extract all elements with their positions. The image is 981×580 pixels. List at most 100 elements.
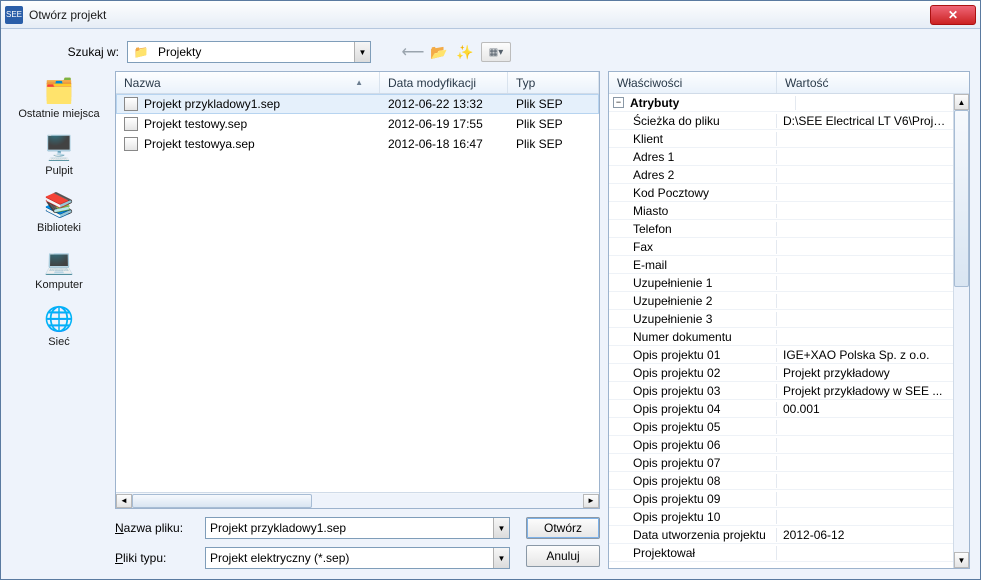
- property-row[interactable]: Opis projektu 0400.001: [609, 400, 953, 418]
- scroll-thumb[interactable]: [954, 110, 969, 287]
- property-row[interactable]: Adres 1: [609, 148, 953, 166]
- property-row[interactable]: Uzupełnienie 2: [609, 292, 953, 310]
- horizontal-scrollbar[interactable]: ◄ ►: [116, 492, 599, 508]
- col-date[interactable]: Data modyfikacji: [380, 72, 508, 93]
- property-key: Opis projektu 04: [609, 402, 777, 416]
- property-row[interactable]: Miasto: [609, 202, 953, 220]
- filename-combo[interactable]: Projekt przykladowy1.sep ▼: [205, 517, 510, 539]
- props-col-val[interactable]: Wartość: [777, 72, 837, 93]
- scroll-track[interactable]: [954, 110, 969, 552]
- filename-value: Projekt przykladowy1.sep: [206, 521, 493, 535]
- col-name-label: Nazwa: [124, 76, 161, 90]
- libraries-icon: 📚: [44, 191, 74, 220]
- properties-header: Właściwości Wartość: [609, 72, 969, 94]
- file-type-cell: Plik SEP: [508, 137, 599, 151]
- property-row[interactable]: Numer dokumentu: [609, 328, 953, 346]
- chevron-down-icon[interactable]: ▼: [354, 42, 370, 62]
- filetype-label: Pliki typu:: [115, 551, 205, 565]
- vertical-scrollbar[interactable]: ▲ ▼: [953, 94, 969, 568]
- property-row[interactable]: Opis projektu 02Projekt przykładowy: [609, 364, 953, 382]
- col-type[interactable]: Typ: [508, 72, 599, 93]
- property-key: Uzupełnienie 2: [609, 294, 777, 308]
- collapse-icon[interactable]: −: [613, 97, 624, 108]
- property-row[interactable]: Data utworzenia projektu2012-06-12: [609, 526, 953, 544]
- scroll-right-icon[interactable]: ►: [583, 494, 599, 508]
- property-row[interactable]: Projektował: [609, 544, 953, 562]
- titlebar: SEE Otwórz projekt ✕: [1, 1, 980, 29]
- property-key: Fax: [609, 240, 777, 254]
- property-key: E-mail: [609, 258, 777, 272]
- close-icon: ✕: [948, 8, 958, 22]
- property-row[interactable]: Kod Pocztowy: [609, 184, 953, 202]
- form-rows: Nazwa pliku: Projekt przykladowy1.sep ▼ …: [115, 517, 510, 569]
- property-row[interactable]: Fax: [609, 238, 953, 256]
- places-bar: 🗂️ Ostatnie miejsca 🖥️ Pulpit 📚 Bibliote…: [11, 71, 107, 569]
- props-group-row[interactable]: −Atrybuty: [609, 94, 953, 112]
- property-row[interactable]: E-mail: [609, 256, 953, 274]
- file-type-cell: Plik SEP: [508, 97, 599, 111]
- place-network[interactable]: 🌐 Sieć: [15, 301, 103, 352]
- scroll-thumb[interactable]: [132, 494, 312, 508]
- open-button[interactable]: Otwórz: [526, 517, 600, 539]
- property-row[interactable]: Opis projektu 10: [609, 508, 953, 526]
- new-folder-icon[interactable]: ✨: [455, 42, 475, 62]
- property-row[interactable]: Opis projektu 03Projekt przykładowy w SE…: [609, 382, 953, 400]
- scroll-up-icon[interactable]: ▲: [954, 94, 969, 110]
- folder-icon: 📁: [132, 43, 150, 61]
- file-date-cell: 2012-06-19 17:55: [380, 117, 508, 131]
- scroll-down-icon[interactable]: ▼: [954, 552, 969, 568]
- close-button[interactable]: ✕: [930, 5, 976, 25]
- file-row[interactable]: Projekt testowy.sep2012-06-19 17:55Plik …: [116, 114, 599, 134]
- place-recent[interactable]: 🗂️ Ostatnie miejsca: [15, 73, 103, 124]
- file-row[interactable]: Projekt testowya.sep2012-06-18 16:47Plik…: [116, 134, 599, 154]
- group-label: Atrybuty: [628, 96, 796, 110]
- open-project-dialog: SEE Otwórz projekt ✕ Szukaj w: 📁 Projekt…: [0, 0, 981, 580]
- place-computer[interactable]: 💻 Komputer: [15, 244, 103, 295]
- chevron-down-icon[interactable]: ▼: [493, 518, 509, 538]
- property-row[interactable]: Adres 2: [609, 166, 953, 184]
- property-row[interactable]: Uzupełnienie 1: [609, 274, 953, 292]
- chevron-down-icon[interactable]: ▼: [493, 548, 509, 568]
- lookin-combo[interactable]: 📁 Projekty ▼: [127, 41, 371, 63]
- properties-panel: Właściwości Wartość −AtrybutyŚcieżka do …: [608, 71, 970, 569]
- scroll-left-icon[interactable]: ◄: [116, 494, 132, 508]
- property-row[interactable]: Telefon: [609, 220, 953, 238]
- property-key: Klient: [609, 132, 777, 146]
- property-row[interactable]: Opis projektu 05: [609, 418, 953, 436]
- property-value: D:\SEE Electrical LT V6\Proje...: [777, 114, 953, 128]
- property-row[interactable]: Opis projektu 07: [609, 454, 953, 472]
- scroll-track[interactable]: [132, 494, 583, 508]
- cancel-button[interactable]: Anuluj: [526, 545, 600, 567]
- file-row[interactable]: Projekt przykladowy1.sep2012-06-22 13:32…: [116, 94, 599, 114]
- back-icon[interactable]: ⟵: [403, 42, 423, 62]
- listview-body[interactable]: Projekt przykladowy1.sep2012-06-22 13:32…: [116, 94, 599, 492]
- file-icon: [124, 137, 138, 151]
- property-row[interactable]: Opis projektu 06: [609, 436, 953, 454]
- property-key: Miasto: [609, 204, 777, 218]
- property-value: 00.001: [777, 402, 953, 416]
- place-label: Ostatnie miejsca: [18, 108, 99, 120]
- place-libraries[interactable]: 📚 Biblioteki: [15, 187, 103, 238]
- property-key: Projektował: [609, 546, 777, 560]
- property-row[interactable]: Opis projektu 01IGE+XAO Polska Sp. z o.o…: [609, 346, 953, 364]
- property-key: Numer dokumentu: [609, 330, 777, 344]
- property-row[interactable]: Opis projektu 08: [609, 472, 953, 490]
- property-key: Opis projektu 07: [609, 456, 777, 470]
- props-col-key[interactable]: Właściwości: [609, 72, 777, 93]
- filetype-row: Pliki typu: Projekt elektryczny (*.sep) …: [115, 547, 510, 569]
- place-desktop[interactable]: 🖥️ Pulpit: [15, 130, 103, 181]
- property-key: Opis projektu 05: [609, 420, 777, 434]
- col-name[interactable]: Nazwa ▲: [116, 72, 380, 93]
- dialog-buttons: Otwórz Anuluj: [526, 517, 600, 567]
- filetype-combo[interactable]: Projekt elektryczny (*.sep) ▼: [205, 547, 510, 569]
- property-row[interactable]: Opis projektu 09: [609, 490, 953, 508]
- property-row[interactable]: Uzupełnienie 3: [609, 310, 953, 328]
- folder-up-icon[interactable]: 📂: [429, 42, 449, 62]
- views-icon[interactable]: ▦▾: [481, 42, 511, 62]
- property-key: Opis projektu 02: [609, 366, 777, 380]
- properties-body[interactable]: −AtrybutyŚcieżka do plikuD:\SEE Electric…: [609, 94, 953, 568]
- property-row[interactable]: Ścieżka do plikuD:\SEE Electrical LT V6\…: [609, 112, 953, 130]
- property-row[interactable]: Klient: [609, 130, 953, 148]
- lookin-row: Szukaj w: 📁 Projekty ▼ ⟵ 📂 ✨ ▦▾: [49, 41, 970, 63]
- property-key: Data utworzenia projektu: [609, 528, 777, 542]
